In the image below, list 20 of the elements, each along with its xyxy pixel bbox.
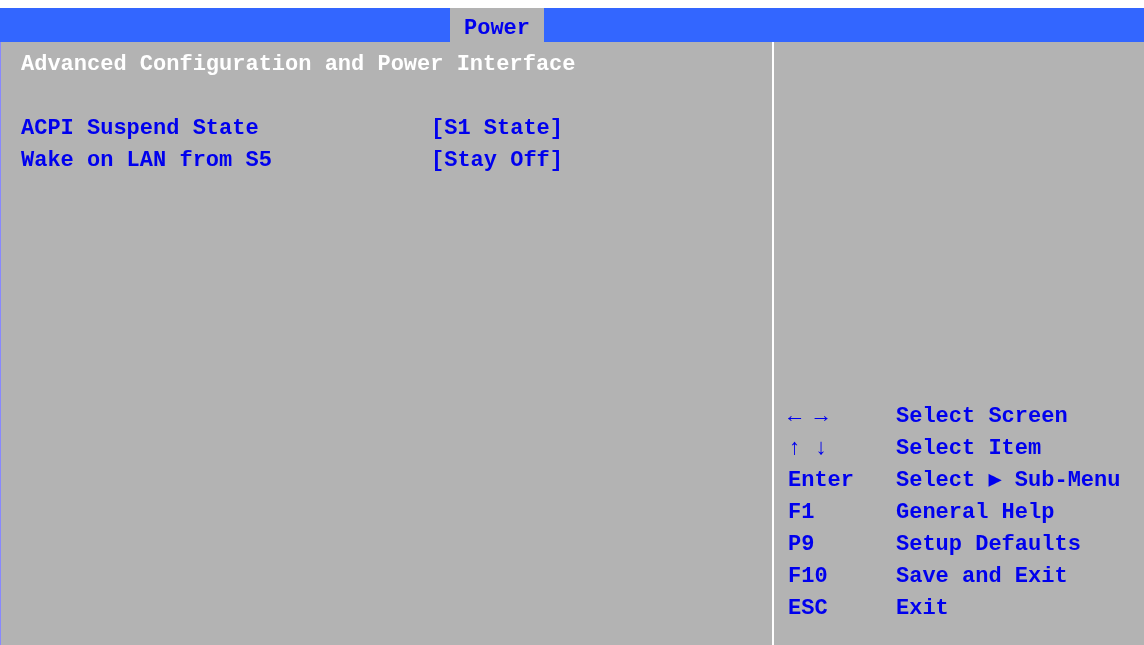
section-title: Advanced Configuration and Power Interface [21, 51, 576, 79]
setting-value[interactable]: [Stay Off] [431, 145, 564, 177]
key-label: ← → [788, 403, 829, 431]
key-description: Select Screen [896, 403, 1068, 431]
key-description: Select Item [896, 435, 1042, 463]
key-description: Select ▶ Sub-Menu [896, 467, 1121, 495]
key-label: ↑ ↓ [788, 435, 829, 463]
key-description: Exit [896, 595, 949, 623]
key-description: General Help [896, 499, 1055, 527]
key-label: Enter [788, 467, 855, 495]
menu-tab[interactable]: Power [450, 8, 544, 42]
setting-value[interactable]: [S1 State] [431, 113, 564, 145]
setting-label[interactable]: ACPI Suspend State [21, 113, 431, 145]
key-description: Save and Exit [896, 563, 1068, 591]
key-description: Setup Defaults [896, 531, 1081, 559]
key-label: P9 [788, 531, 816, 559]
key-label: F1 [788, 499, 816, 527]
key-label: ESC [788, 595, 829, 623]
setting-label[interactable]: Wake on LAN from S5 [21, 145, 431, 177]
key-label: F10 [788, 563, 829, 591]
